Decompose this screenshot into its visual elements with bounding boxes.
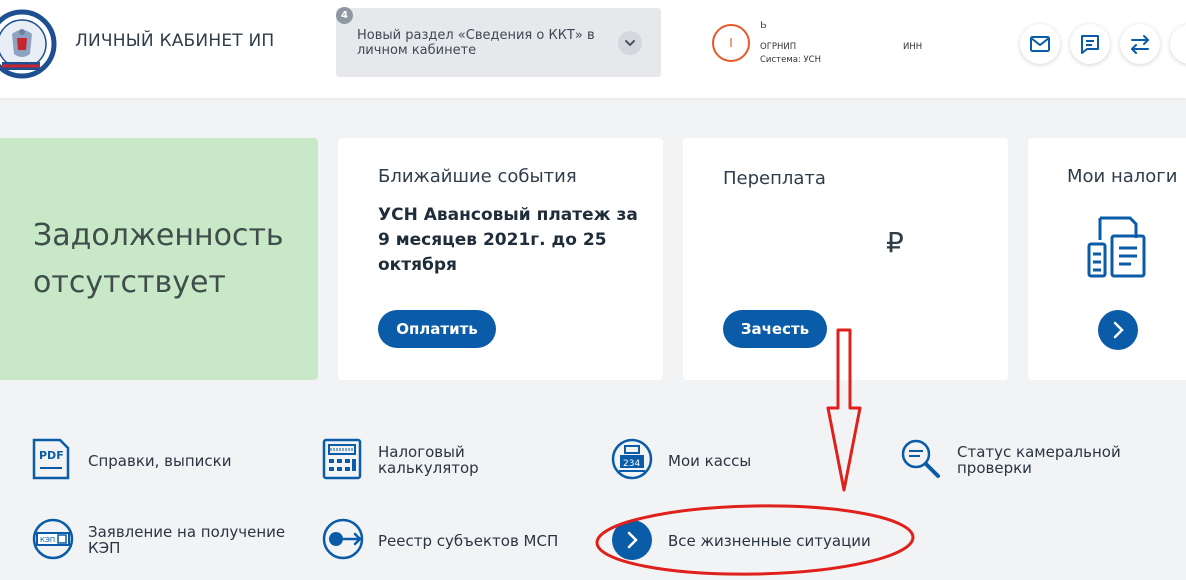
- tax-documents-icon: [1087, 216, 1146, 278]
- mail-button[interactable]: [1020, 24, 1060, 64]
- msp-registry-link[interactable]: Реестр субъектов МСП: [378, 533, 558, 549]
- pdf-icon[interactable]: PDF: [32, 438, 72, 480]
- user-name: Ь: [760, 20, 767, 31]
- calculator-icon[interactable]: [322, 438, 362, 480]
- magnifier-check-icon[interactable]: [900, 438, 942, 480]
- tax-calculator-link[interactable]: Налоговый калькулятор: [378, 444, 558, 476]
- switch-button[interactable]: [1120, 24, 1160, 64]
- header: ЛИЧНЫЙ КАБИНЕТ ИП 4 Новый раздел «Сведен…: [0, 0, 1186, 98]
- desk-audit-status-link[interactable]: Статус камеральной проверки: [957, 444, 1147, 476]
- cash-register-icon[interactable]: 234: [611, 438, 653, 480]
- app-title: ЛИЧНЫЙ КАБИНЕТ ИП: [75, 31, 275, 51]
- cash-register-number: 234: [623, 459, 640, 469]
- overpayment-title: Переплата: [723, 168, 826, 189]
- chevron-right-icon: [1113, 321, 1124, 339]
- my-cash-registers-link[interactable]: Мои кассы: [668, 453, 751, 469]
- user-inn: ИНН: [903, 42, 923, 52]
- pay-button[interactable]: Оплатить: [378, 310, 496, 348]
- switch-icon: [1131, 35, 1149, 54]
- user-ogrnip: ОГРНИП: [760, 42, 797, 52]
- notice-text[interactable]: Новый раздел «Сведения о ККТ» в личном к…: [357, 28, 597, 58]
- user-tax-system: Система: УСН: [760, 55, 822, 65]
- registry-arrow-icon[interactable]: [322, 518, 366, 560]
- my-taxes-open-button[interactable]: [1098, 310, 1138, 350]
- avatar[interactable]: I: [712, 24, 750, 62]
- my-taxes-title: Мои налоги: [1067, 166, 1178, 187]
- all-life-situations-link[interactable]: Все жизненные ситуации: [668, 533, 871, 549]
- certificates-link[interactable]: Справки, выписки: [88, 453, 231, 469]
- mail-icon: [1030, 36, 1050, 52]
- event-description: УСН Авансовый платеж за 9 месяцев 2021г.…: [378, 205, 638, 275]
- chevron-down-icon: [625, 40, 635, 47]
- events-title: Ближайшие события: [378, 166, 577, 187]
- chat-button[interactable]: [1070, 24, 1110, 64]
- chat-icon: [1081, 35, 1099, 54]
- ruble-sign: ₽: [886, 226, 904, 259]
- notice-expand-button[interactable]: [618, 31, 642, 55]
- chevron-right-icon: [627, 531, 638, 549]
- pdf-icon-label: PDF: [39, 449, 64, 462]
- more-button[interactable]: [1170, 24, 1186, 64]
- notice-count-badge: 4: [336, 7, 353, 24]
- kep-application-link[interactable]: Заявление на получение КЭП: [88, 524, 308, 556]
- kep-icon[interactable]: КЭП: [32, 518, 74, 560]
- fns-emblem-icon[interactable]: [0, 6, 58, 80]
- all-situations-button[interactable]: [612, 520, 652, 560]
- offset-button[interactable]: Зачесть: [723, 310, 827, 348]
- debt-status-text: Задолженность отсутствует: [33, 218, 284, 300]
- kep-icon-label: КЭП: [40, 536, 55, 544]
